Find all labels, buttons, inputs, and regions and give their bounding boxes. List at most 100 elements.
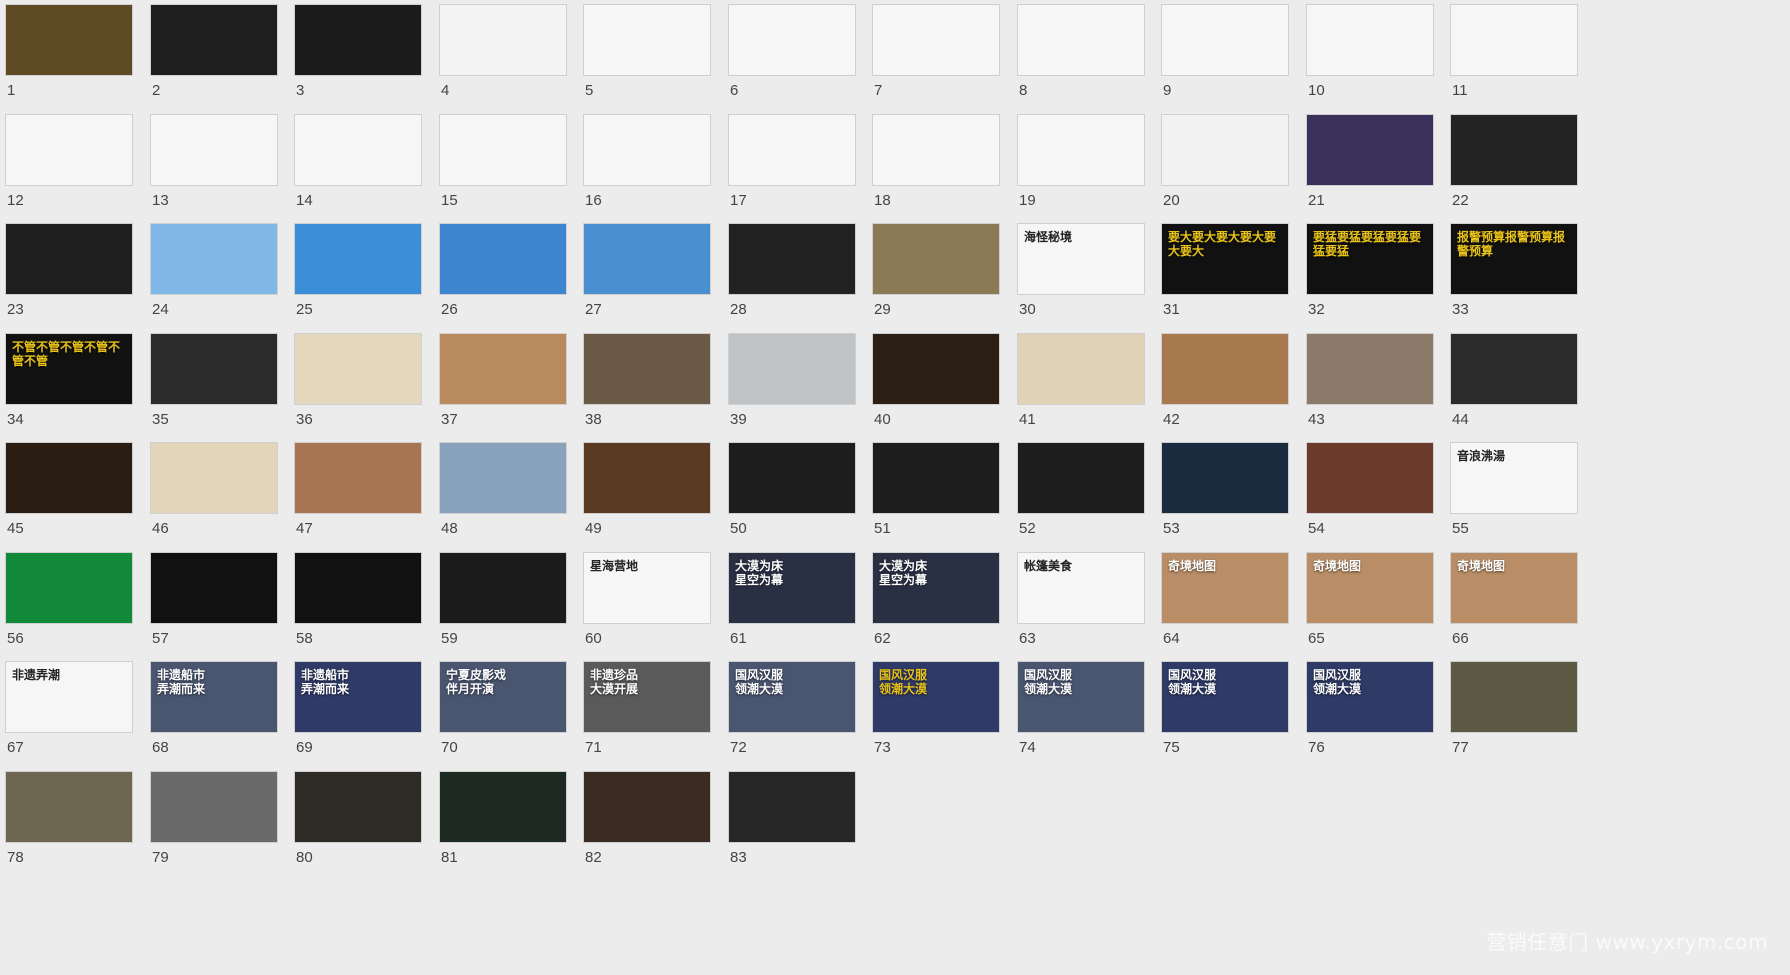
slide-preview[interactable] bbox=[728, 442, 856, 514]
slide-preview[interactable] bbox=[1450, 333, 1578, 405]
slide-preview[interactable]: 国风汉服 领潮大漠 bbox=[1306, 661, 1434, 733]
slide-preview[interactable]: 音浪沸湯 bbox=[1450, 442, 1578, 514]
slide-preview[interactable] bbox=[1306, 4, 1434, 76]
slide-preview[interactable]: 国风汉服 领潮大漠 bbox=[1161, 661, 1289, 733]
slide-preview[interactable] bbox=[583, 4, 711, 76]
slide-preview[interactable] bbox=[439, 442, 567, 514]
slide-thumbnail-4[interactable]: 4 bbox=[439, 4, 569, 100]
slide-preview[interactable] bbox=[150, 333, 278, 405]
slide-thumbnail-55[interactable]: 音浪沸湯 55 bbox=[1450, 442, 1580, 538]
slide-thumbnail-52[interactable]: 52 bbox=[1017, 442, 1147, 538]
slide-thumbnail-43[interactable]: 43 bbox=[1306, 333, 1436, 429]
slide-preview[interactable] bbox=[150, 114, 278, 186]
slide-thumbnail-36[interactable]: 36 bbox=[294, 333, 424, 429]
slide-preview[interactable] bbox=[583, 114, 711, 186]
slide-thumbnail-12[interactable]: 12 bbox=[5, 114, 135, 210]
slide-preview[interactable] bbox=[1450, 661, 1578, 733]
slide-thumbnail-72[interactable]: 国风汉服 领潮大漠 72 bbox=[728, 661, 858, 757]
slide-preview[interactable] bbox=[1161, 114, 1289, 186]
slide-preview[interactable] bbox=[294, 552, 422, 624]
slide-thumbnail-19[interactable]: 19 bbox=[1017, 114, 1147, 210]
slide-preview[interactable] bbox=[294, 442, 422, 514]
slide-preview[interactable] bbox=[1450, 4, 1578, 76]
slide-thumbnail-37[interactable]: 37 bbox=[439, 333, 569, 429]
slide-thumbnail-49[interactable]: 49 bbox=[583, 442, 713, 538]
slide-preview[interactable] bbox=[872, 4, 1000, 76]
slide-thumbnail-46[interactable]: 46 bbox=[150, 442, 280, 538]
slide-thumbnail-11[interactable]: 11 bbox=[1450, 4, 1580, 100]
slide-preview[interactable]: 非遗弄潮 bbox=[5, 661, 133, 733]
slide-preview[interactable] bbox=[294, 4, 422, 76]
slide-thumbnail-65[interactable]: 奇境地图 65 bbox=[1306, 552, 1436, 648]
slide-preview[interactable] bbox=[1450, 114, 1578, 186]
slide-preview[interactable] bbox=[5, 114, 133, 186]
slide-preview[interactable]: 大漠为床 星空为幕 bbox=[728, 552, 856, 624]
slide-preview[interactable] bbox=[1017, 442, 1145, 514]
slide-thumbnail-24[interactable]: 24 bbox=[150, 223, 280, 319]
slide-preview[interactable] bbox=[728, 223, 856, 295]
slide-preview[interactable] bbox=[1161, 442, 1289, 514]
slide-preview[interactable]: 国风汉服 领潮大漠 bbox=[1017, 661, 1145, 733]
slide-preview[interactable] bbox=[728, 114, 856, 186]
slide-thumbnail-74[interactable]: 国风汉服 领潮大漠 74 bbox=[1017, 661, 1147, 757]
slide-preview[interactable] bbox=[5, 552, 133, 624]
slide-thumbnail-22[interactable]: 22 bbox=[1450, 114, 1580, 210]
slide-thumbnail-9[interactable]: 9 bbox=[1161, 4, 1291, 100]
slide-thumbnail-51[interactable]: 51 bbox=[872, 442, 1002, 538]
slide-thumbnail-30[interactable]: 海怪秘境 30 bbox=[1017, 223, 1147, 319]
slide-preview[interactable] bbox=[1161, 4, 1289, 76]
slide-preview[interactable] bbox=[872, 442, 1000, 514]
slide-preview[interactable]: 非遗船市 弄潮而来 bbox=[294, 661, 422, 733]
slide-preview[interactable] bbox=[439, 223, 567, 295]
slide-thumbnail-68[interactable]: 非遗船市 弄潮而来 68 bbox=[150, 661, 280, 757]
slide-thumbnail-18[interactable]: 18 bbox=[872, 114, 1002, 210]
slide-preview[interactable] bbox=[728, 333, 856, 405]
slide-thumbnail-40[interactable]: 40 bbox=[872, 333, 1002, 429]
slide-thumbnail-54[interactable]: 54 bbox=[1306, 442, 1436, 538]
slide-thumbnail-78[interactable]: 78 bbox=[5, 771, 135, 867]
slide-preview[interactable] bbox=[872, 114, 1000, 186]
slide-preview[interactable] bbox=[1017, 4, 1145, 76]
slide-thumbnail-59[interactable]: 59 bbox=[439, 552, 569, 648]
slide-thumbnail-16[interactable]: 16 bbox=[583, 114, 713, 210]
slide-preview[interactable] bbox=[150, 223, 278, 295]
slide-thumbnail-71[interactable]: 非遗珍品 大漠开展 71 bbox=[583, 661, 713, 757]
slide-thumbnail-62[interactable]: 大漠为床 星空为幕 62 bbox=[872, 552, 1002, 648]
slide-preview[interactable] bbox=[439, 771, 567, 843]
slide-preview[interactable] bbox=[5, 442, 133, 514]
slide-thumbnail-76[interactable]: 国风汉服 领潮大漠 76 bbox=[1306, 661, 1436, 757]
slide-thumbnail-60[interactable]: 星海营地 60 bbox=[583, 552, 713, 648]
slide-preview[interactable] bbox=[150, 4, 278, 76]
slide-preview[interactable]: 国风汉服 领潮大漠 bbox=[728, 661, 856, 733]
slide-preview[interactable] bbox=[294, 333, 422, 405]
slide-thumbnail-82[interactable]: 82 bbox=[583, 771, 713, 867]
slide-preview[interactable] bbox=[583, 442, 711, 514]
slide-thumbnail-35[interactable]: 35 bbox=[150, 333, 280, 429]
slide-thumbnail-33[interactable]: 报警预算报警预算报警预算 33 bbox=[1450, 223, 1580, 319]
slide-thumbnail-2[interactable]: 2 bbox=[150, 4, 280, 100]
slide-preview[interactable] bbox=[583, 771, 711, 843]
slide-thumbnail-17[interactable]: 17 bbox=[728, 114, 858, 210]
slide-preview[interactable] bbox=[294, 114, 422, 186]
slide-preview[interactable]: 非遗珍品 大漠开展 bbox=[583, 661, 711, 733]
slide-thumbnail-3[interactable]: 3 bbox=[294, 4, 424, 100]
slide-preview[interactable]: 国风汉服 领潮大漠 bbox=[872, 661, 1000, 733]
slide-preview[interactable] bbox=[5, 223, 133, 295]
slide-thumbnail-6[interactable]: 6 bbox=[728, 4, 858, 100]
slide-thumbnail-39[interactable]: 39 bbox=[728, 333, 858, 429]
slide-thumbnail-45[interactable]: 45 bbox=[5, 442, 135, 538]
slide-thumbnail-48[interactable]: 48 bbox=[439, 442, 569, 538]
slide-preview[interactable]: 不管不管不管不管不管不管 bbox=[5, 333, 133, 405]
slide-preview[interactable] bbox=[1306, 442, 1434, 514]
slide-preview[interactable] bbox=[150, 442, 278, 514]
slide-thumbnail-7[interactable]: 7 bbox=[872, 4, 1002, 100]
slide-thumbnail-58[interactable]: 58 bbox=[294, 552, 424, 648]
slide-preview[interactable] bbox=[728, 771, 856, 843]
slide-thumbnail-47[interactable]: 47 bbox=[294, 442, 424, 538]
slide-thumbnail-64[interactable]: 奇境地图 64 bbox=[1161, 552, 1291, 648]
slide-preview[interactable]: 奇境地图 bbox=[1306, 552, 1434, 624]
slide-preview[interactable]: 星海营地 bbox=[583, 552, 711, 624]
slide-thumbnail-13[interactable]: 13 bbox=[150, 114, 280, 210]
slide-thumbnail-31[interactable]: 要大要大要大要大要大要大 31 bbox=[1161, 223, 1291, 319]
slide-preview[interactable]: 奇境地图 bbox=[1161, 552, 1289, 624]
